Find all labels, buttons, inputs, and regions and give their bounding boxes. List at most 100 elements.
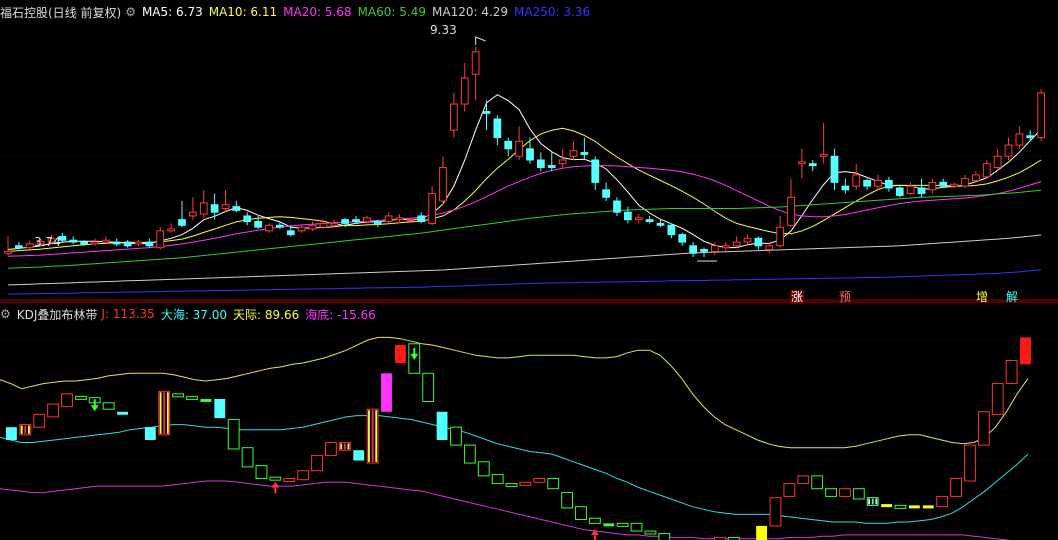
j-bar-body bbox=[894, 504, 907, 509]
ma60-label: MA60: 5.49 bbox=[357, 5, 426, 19]
j-bar-body bbox=[658, 533, 671, 540]
candle bbox=[145, 238, 154, 248]
j-bar bbox=[102, 402, 115, 410]
j-bar-stripe bbox=[159, 392, 162, 434]
stock-title: 福石控股(日线 前复权) bbox=[0, 5, 122, 20]
candle bbox=[471, 46, 480, 101]
candle bbox=[123, 240, 132, 248]
candle-body bbox=[580, 152, 589, 155]
j-bar bbox=[1020, 337, 1031, 365]
candle-body bbox=[526, 148, 534, 161]
kdj-dahai-label: 大海: 37.00 bbox=[160, 307, 228, 322]
candle-body bbox=[895, 187, 904, 196]
candle-body bbox=[515, 140, 523, 157]
candle bbox=[841, 178, 850, 194]
candle-body bbox=[874, 180, 882, 187]
settings-icon[interactable]: ⚙ bbox=[125, 5, 136, 19]
j-bar-stripe bbox=[347, 443, 350, 450]
candle-body bbox=[721, 245, 730, 249]
j-bar-body bbox=[588, 517, 601, 524]
candle bbox=[982, 160, 991, 179]
buy-arrow-icon bbox=[271, 481, 280, 494]
j-bar-body bbox=[74, 395, 87, 400]
j-bar-stripe bbox=[343, 443, 346, 450]
j-bar-body bbox=[172, 393, 185, 398]
candle bbox=[460, 63, 469, 112]
candle-body bbox=[156, 230, 165, 249]
main-panel-legend: 福石控股(日线 前复权) ⚙ MA5: 6.73 MA10: 6.11 MA20… bbox=[0, 2, 596, 22]
marker-increase[interactable]: 增 bbox=[975, 290, 989, 304]
ma5-label: MA5: 6.73 bbox=[141, 5, 203, 19]
j-bar-body bbox=[450, 426, 462, 446]
candle bbox=[439, 156, 447, 205]
candle bbox=[526, 137, 534, 164]
j-bar bbox=[547, 477, 560, 490]
j-bar-body bbox=[825, 488, 837, 497]
candle bbox=[613, 197, 621, 216]
j-bar-body bbox=[463, 444, 476, 464]
candle-body bbox=[210, 204, 219, 213]
candle bbox=[928, 178, 937, 194]
low-price-label: 3.74 bbox=[34, 235, 61, 249]
j-bar-body bbox=[47, 403, 60, 418]
candle-body bbox=[69, 239, 78, 243]
j-bar bbox=[325, 442, 337, 456]
candle bbox=[863, 178, 871, 190]
candle-body bbox=[352, 219, 360, 223]
candle bbox=[569, 141, 578, 160]
candle-body bbox=[743, 237, 752, 243]
candle bbox=[189, 197, 197, 220]
candle-body bbox=[406, 219, 415, 222]
candle-body bbox=[678, 234, 687, 243]
j-bar-body bbox=[964, 444, 976, 482]
candle bbox=[776, 215, 784, 248]
j-bar-body bbox=[505, 483, 518, 488]
settings-icon[interactable]: ⚙ bbox=[0, 307, 11, 321]
j-bar-body bbox=[311, 454, 323, 472]
candle bbox=[689, 242, 697, 257]
kdj-j-bars[interactable] bbox=[6, 337, 1031, 540]
j-bar-stripe bbox=[24, 425, 27, 434]
j-bar-stripe bbox=[163, 392, 166, 434]
candlestick-series[interactable] bbox=[4, 46, 1045, 257]
j-bar-body bbox=[283, 477, 296, 482]
j-bar-body bbox=[491, 474, 504, 485]
j-bar-body bbox=[533, 477, 546, 483]
j-bar-body bbox=[922, 505, 934, 509]
j-bar bbox=[852, 488, 865, 500]
marker-forecast[interactable]: 预 bbox=[838, 290, 852, 304]
j-bar bbox=[353, 450, 365, 461]
j-bar bbox=[894, 504, 907, 509]
j-bar bbox=[227, 418, 240, 450]
candle bbox=[537, 152, 545, 172]
candle-body bbox=[276, 224, 284, 228]
candle-body bbox=[189, 211, 197, 217]
marker-unlock[interactable]: 解 bbox=[1005, 290, 1019, 304]
j-bar-stripe bbox=[868, 498, 871, 505]
candle bbox=[199, 189, 208, 218]
j-bar bbox=[950, 477, 962, 497]
j-bar bbox=[603, 523, 615, 527]
ma250-label: MA250: 3.36 bbox=[514, 5, 591, 19]
marker-rise[interactable]: 涨 bbox=[790, 290, 804, 304]
candle-body bbox=[634, 217, 643, 221]
ma10-label: MA10: 6.11 bbox=[208, 5, 278, 19]
j-bar bbox=[922, 505, 934, 509]
candle-body bbox=[91, 241, 99, 245]
kdj-haidi-label: 海底: -15.66 bbox=[305, 307, 376, 322]
high-pointer bbox=[475, 36, 486, 45]
candle-body bbox=[765, 245, 774, 251]
j-bar-body bbox=[811, 475, 824, 490]
candle-body bbox=[1026, 135, 1035, 139]
candle-body bbox=[591, 159, 600, 183]
candle-body bbox=[439, 166, 447, 202]
candle-body bbox=[319, 222, 328, 228]
candle bbox=[428, 186, 436, 226]
candle-body bbox=[569, 150, 578, 157]
j-bar-stripe bbox=[28, 425, 30, 434]
j-bar-body bbox=[575, 506, 587, 520]
candle bbox=[308, 221, 317, 231]
candle-body bbox=[798, 161, 806, 165]
j-bar-body bbox=[783, 483, 796, 497]
candle bbox=[297, 225, 306, 233]
